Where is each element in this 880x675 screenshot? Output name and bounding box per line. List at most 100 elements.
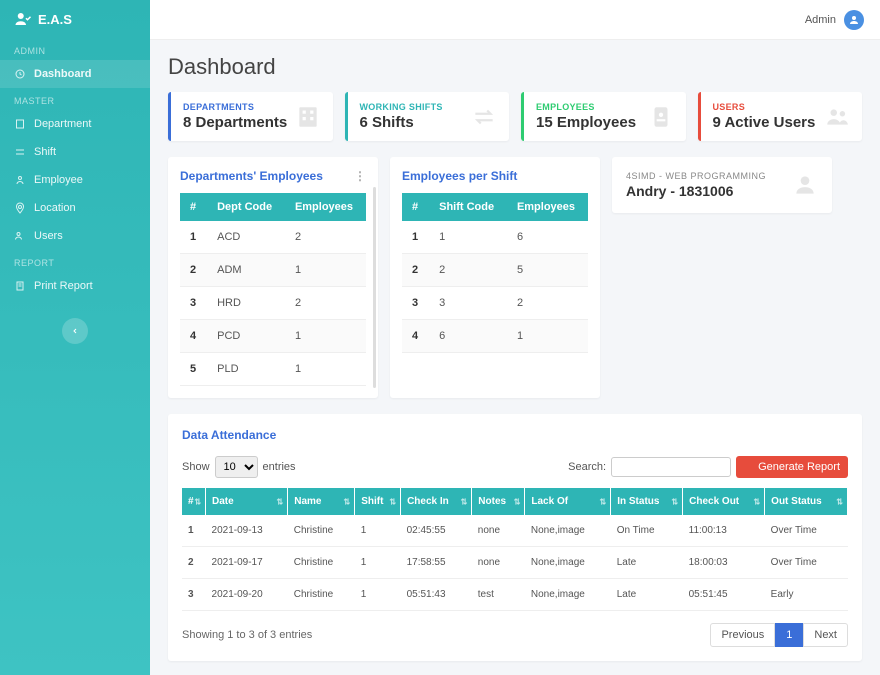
users-icon [824,104,850,130]
page-1-button[interactable]: 1 [775,623,803,647]
topbar: Admin [150,0,880,40]
departments-panel: Departments' Employees ⋮ #Dept CodeEmplo… [168,157,378,398]
user-check-icon [14,10,32,28]
user-icon [848,14,860,26]
building-icon [295,104,321,130]
info-subtitle: 4SIMD - WEB PROGRAMMING [626,171,766,181]
download-icon [744,462,754,472]
col-header[interactable]: Check In⇅ [401,488,472,515]
nav-users[interactable]: Users [0,222,150,250]
topbar-user-label: Admin [805,14,836,26]
col-header[interactable]: #⇅ [182,488,206,515]
shifts-table: #Shift CodeEmployees 116225332461 [402,193,588,353]
info-card: 4SIMD - WEB PROGRAMMING Andry - 1831006 [612,157,832,213]
table-row: 32021-09-20Christine105:51:43testNone,im… [182,579,848,611]
info-name: Andry - 1831006 [626,183,766,199]
page-title: Dashboard [168,54,862,80]
col-header: Employees [285,193,366,221]
departments-table: #Dept CodeEmployees 1ACD22ADM13HRD24PCD1… [180,193,366,386]
nav-icon [14,174,26,186]
chevron-left-icon [71,327,79,335]
swap-icon [471,104,497,130]
attendance-table: #⇅Date⇅Name⇅Shift⇅Check In⇅Notes⇅Lack Of… [182,488,848,611]
table-row: 225 [402,254,588,287]
next-button[interactable]: Next [803,623,848,647]
col-header[interactable]: Date⇅ [206,488,288,515]
col-header: # [180,193,207,221]
brand-logo: E.A.S [0,0,150,38]
col-header: Dept Code [207,193,285,221]
stat-value: 9 Active Users [713,114,816,131]
table-row: 461 [402,320,588,353]
section-label: MASTER [0,88,150,110]
table-row: 12021-09-13Christine102:45:55noneNone,im… [182,515,848,547]
section-label: ADMIN [0,38,150,60]
attendance-title: Data Attendance [182,428,848,442]
sidebar: E.A.S ADMINDashboardMASTERDepartmentShif… [0,0,150,675]
brand-text: E.A.S [38,12,72,27]
generate-report-button[interactable]: Generate Report [736,456,848,478]
show-label: Show [182,461,210,473]
nav-icon [14,280,26,292]
nav-department[interactable]: Department [0,110,150,138]
col-header: Employees [507,193,588,221]
table-row: 116 [402,221,588,254]
table-row: 5PLD1 [180,353,366,386]
table-row: 332 [402,287,588,320]
person-icon [792,172,818,198]
stat-card: DEPARTMENTS 8 Departments [168,92,333,141]
table-row: 3HRD2 [180,287,366,320]
search-input[interactable] [611,457,731,477]
search-label: Search: [568,461,606,473]
section-label: REPORT [0,250,150,272]
nav-dashboard[interactable]: Dashboard [0,60,150,88]
nav-icon [14,118,26,130]
panel-menu-icon[interactable]: ⋮ [354,169,366,183]
shifts-panel: Employees per Shift #Shift CodeEmployees… [390,157,600,398]
stat-card: WORKING SHIFTS 6 Shifts [345,92,510,141]
stat-value: 15 Employees [536,114,636,131]
page-size-select[interactable]: 10 [215,456,258,478]
scrollbar[interactable] [373,187,376,388]
prev-button[interactable]: Previous [710,623,775,647]
stat-label: EMPLOYEES [536,102,636,112]
stat-label: DEPARTMENTS [183,102,287,112]
nav-shift[interactable]: Shift [0,138,150,166]
stat-value: 8 Departments [183,114,287,131]
nav-location[interactable]: Location [0,194,150,222]
shifts-panel-title: Employees per Shift [402,169,517,183]
attendance-panel: Data Attendance Show 10 entries Search: … [168,414,862,661]
pagination: Previous 1 Next [710,623,848,647]
col-header[interactable]: Check Out⇅ [683,488,765,515]
col-header[interactable]: In Status⇅ [611,488,683,515]
col-header[interactable]: Notes⇅ [472,488,525,515]
col-header[interactable]: Lack Of⇅ [525,488,611,515]
stat-card: USERS 9 Active Users [698,92,863,141]
nav-icon [14,146,26,158]
table-row: 22021-09-17Christine117:58:55noneNone,im… [182,547,848,579]
entries-label: entries [263,461,296,473]
stat-card: EMPLOYEES 15 Employees [521,92,686,141]
departments-panel-title: Departments' Employees [180,169,323,183]
nav-print-report[interactable]: Print Report [0,272,150,300]
col-header[interactable]: Out Status⇅ [765,488,848,515]
col-header[interactable]: Name⇅ [288,488,355,515]
nav-icon [14,68,26,80]
nav-icon [14,230,26,242]
table-row: 1ACD2 [180,221,366,254]
table-row: 4PCD1 [180,320,366,353]
stat-label: WORKING SHIFTS [360,102,443,112]
stat-value: 6 Shifts [360,114,443,131]
nav-employee[interactable]: Employee [0,166,150,194]
col-header: Shift Code [429,193,507,221]
stat-label: USERS [713,102,816,112]
nav-icon [14,202,26,214]
table-info: Showing 1 to 3 of 3 entries [182,629,312,641]
sidebar-collapse-button[interactable] [62,318,88,344]
stats-row: DEPARTMENTS 8 Departments WORKING SHIFTS… [168,92,862,141]
col-header: # [402,193,429,221]
user-avatar[interactable] [844,10,864,30]
table-row: 2ADM1 [180,254,366,287]
badge-icon [648,104,674,130]
col-header[interactable]: Shift⇅ [355,488,401,515]
